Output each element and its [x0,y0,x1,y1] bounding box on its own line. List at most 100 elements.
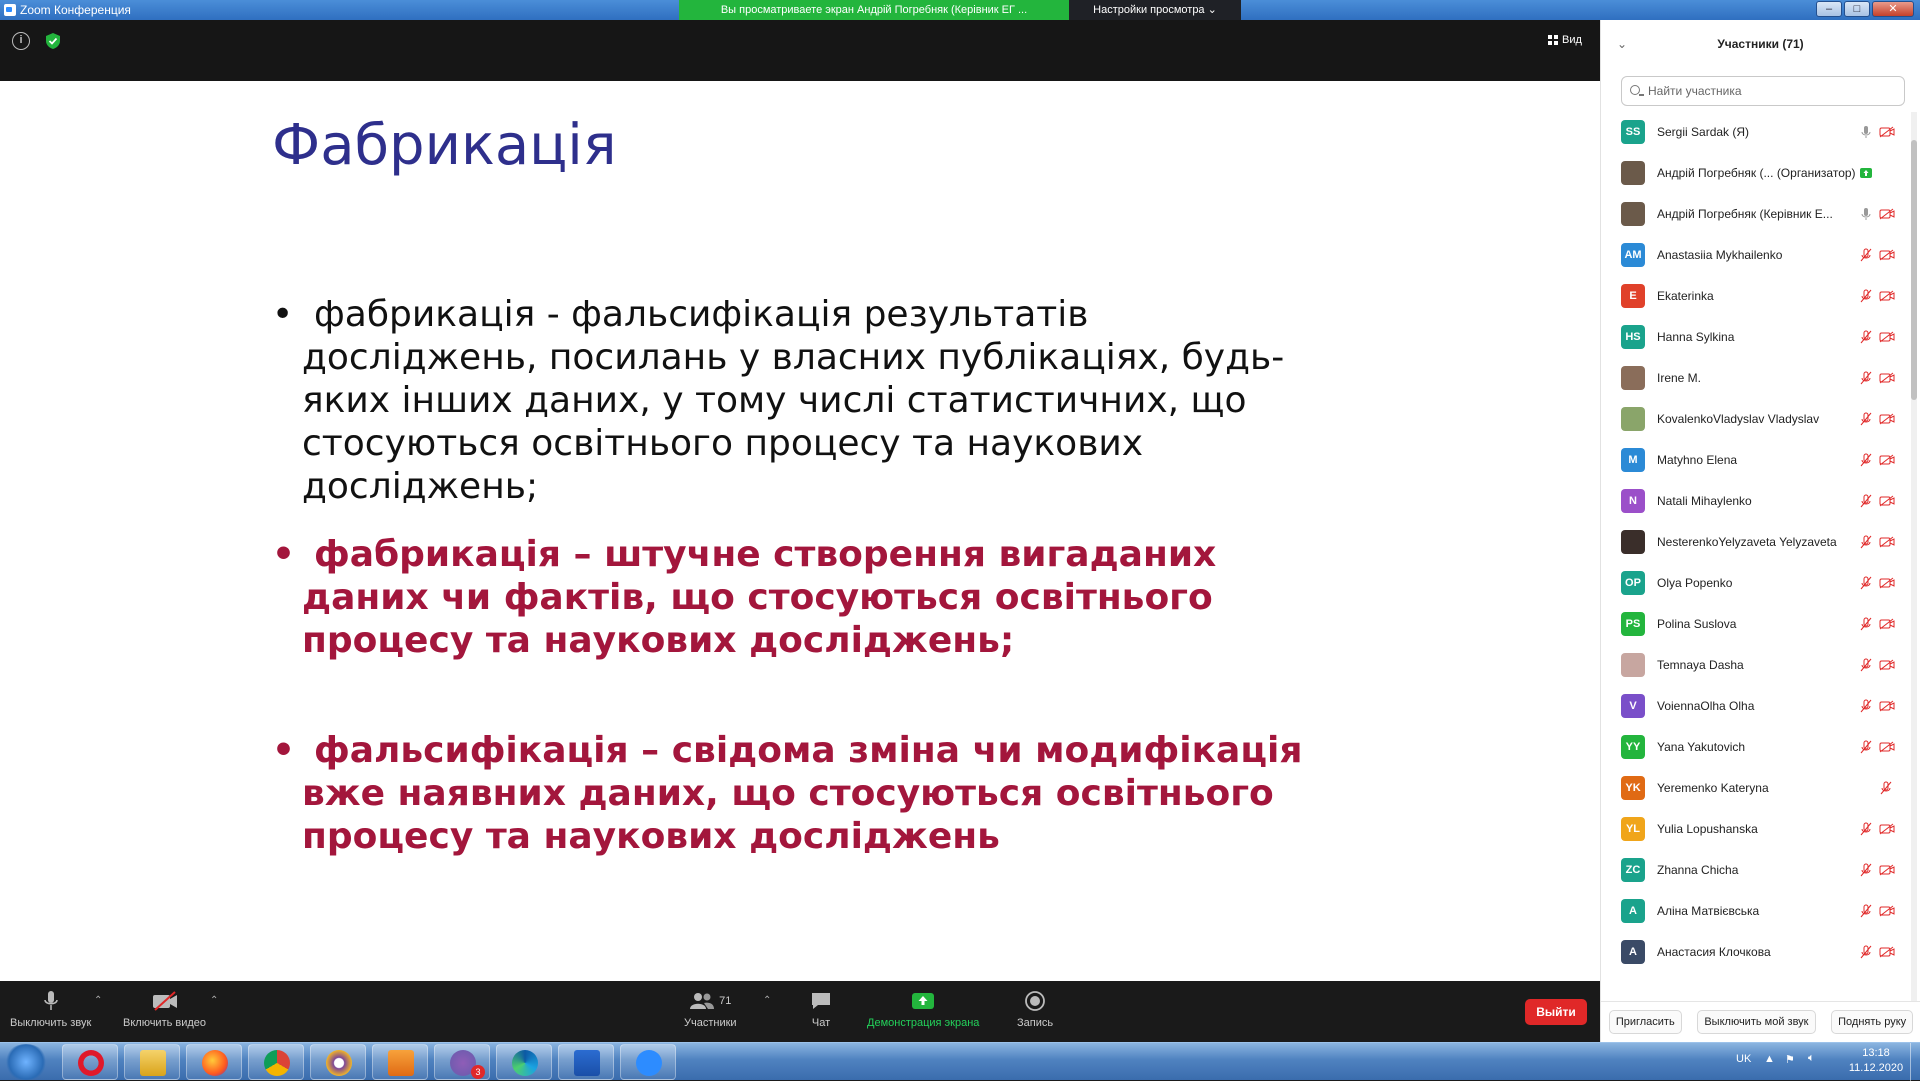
participant-row[interactable]: PS Polina Suslova [1601,604,1911,645]
microphone-muted-icon[interactable] [1859,330,1873,344]
participants-options-caret[interactable]: ⌃ [763,995,771,1006]
microphone-muted-icon[interactable] [1859,494,1873,508]
camera-off-icon[interactable] [1879,249,1895,261]
clock[interactable]: 13:18 11.12.2020 [1846,1046,1906,1076]
participant-row[interactable]: Temnaya Dasha [1601,645,1911,686]
camera-off-icon[interactable] [1879,659,1895,671]
start-button[interactable] [4,1044,48,1080]
taskbar-app-edge[interactable] [496,1044,552,1080]
camera-off-icon[interactable] [1879,946,1895,958]
microphone-muted-icon[interactable] [1859,617,1873,631]
participant-row[interactable]: N Natali Mihaylenko [1601,481,1911,522]
participant-row[interactable]: E Ekaterinka [1601,276,1911,317]
taskbar-app-firefox[interactable] [186,1044,242,1080]
mute-me-button[interactable]: Выключить мой звук [1697,1010,1816,1034]
microphone-muted-icon[interactable] [1859,248,1873,262]
microphone-muted-icon[interactable] [1859,576,1873,590]
participants-button[interactable]: 71 Участники [684,989,737,1029]
invite-button[interactable]: Пригласить [1608,1010,1682,1034]
participant-row[interactable]: SS Sergii Sardak (Я) [1601,112,1911,153]
camera-off-icon[interactable] [1879,577,1895,589]
view-button[interactable]: Вид [1548,34,1582,46]
raise-hand-button[interactable]: Поднять руку [1831,1010,1914,1034]
minimize-button[interactable]: – [1816,1,1842,17]
participant-row[interactable]: HS Hanna Sylkina [1601,317,1911,358]
microphone-muted-icon[interactable] [1859,535,1873,549]
maximize-button[interactable]: □ [1844,1,1870,17]
participant-scrollbar[interactable] [1911,140,1917,400]
microphone-muted-icon[interactable] [1879,781,1893,795]
audio-options-caret[interactable]: ⌃ [94,995,102,1006]
camera-off-icon[interactable] [1879,536,1895,548]
camera-off-icon[interactable] [1879,413,1895,425]
participant-row[interactable]: Irene M. [1601,358,1911,399]
camera-off-icon[interactable] [1879,700,1895,712]
microphone-muted-icon[interactable] [1859,412,1873,426]
close-window-button[interactable]: ✕ [1872,1,1914,17]
screen-share-icon[interactable] [1859,166,1873,180]
taskbar-app-media-player[interactable] [372,1044,428,1080]
shield-icon[interactable] [44,32,62,50]
taskbar-app-opera[interactable] [62,1044,118,1080]
camera-off-icon[interactable] [1879,454,1895,466]
video-options-caret[interactable]: ⌃ [210,995,218,1006]
participant-row[interactable]: OP Olya Popenko [1601,563,1911,604]
participant-row[interactable]: YK Yeremenko Kateryna [1601,768,1911,809]
taskbar-app-word[interactable] [558,1044,614,1080]
record-button[interactable]: Запись [1017,989,1053,1029]
participant-row[interactable]: V VoiennaOlha Olha [1601,686,1911,727]
participant-row[interactable]: Андрій Погребняк (... (Организатор) [1601,153,1911,194]
participant-row[interactable]: AM Anastasiia Mykhailenko [1601,235,1911,276]
participant-row[interactable]: M Matyhno Elena [1601,440,1911,481]
camera-off-icon[interactable] [1879,290,1895,302]
participant-row[interactable]: YY Yana Yakutovich [1601,727,1911,768]
camera-off-icon[interactable] [1879,823,1895,835]
camera-off-icon[interactable] [1879,905,1895,917]
start-video-button[interactable]: Включить видео [123,989,206,1029]
taskbar-app-explorer[interactable] [124,1044,180,1080]
chat-button[interactable]: Чат [810,989,832,1029]
taskbar-app-viber[interactable]: 3 [434,1044,490,1080]
microphone-muted-icon[interactable] [1859,822,1873,836]
microphone-icon[interactable] [1859,125,1873,139]
tray-arrow-icon[interactable]: ▲ [1764,1053,1775,1065]
microphone-muted-icon[interactable] [1859,371,1873,385]
camera-off-icon[interactable] [1879,741,1895,753]
microphone-muted-icon[interactable] [1859,863,1873,877]
show-desktop-button[interactable] [1910,1043,1920,1081]
participant-row[interactable]: YL Yulia Lopushanska [1601,809,1911,850]
camera-off-icon[interactable] [1879,372,1895,384]
share-screen-button[interactable]: Демонстрация экрана [867,989,979,1029]
participant-search-input[interactable]: Найти участника [1621,76,1905,106]
flag-icon[interactable]: ⚑ [1785,1053,1795,1066]
camera-off-icon[interactable] [1879,331,1895,343]
participant-row[interactable]: A Аліна Матвієвська [1601,891,1911,932]
microphone-icon[interactable] [1859,207,1873,221]
taskbar-app-zoom[interactable] [620,1044,676,1080]
participant-row[interactable]: KovalenkoVladyslav Vladyslav [1601,399,1911,440]
camera-off-icon[interactable] [1879,126,1895,138]
microphone-muted-icon[interactable] [1859,658,1873,672]
collapse-panel-icon[interactable]: ⌄ [1617,20,1627,68]
microphone-muted-icon[interactable] [1859,289,1873,303]
participant-row[interactable]: A Анастасия Клочкова [1601,932,1911,973]
language-indicator[interactable]: UK [1736,1053,1751,1065]
participant-row[interactable]: NesterenkoYelyzaveta Yelyzaveta [1601,522,1911,563]
taskbar-app-chrome[interactable] [248,1044,304,1080]
participant-row[interactable]: Андрій Погребняк (Керівник Е... [1601,194,1911,235]
info-icon[interactable]: i [12,32,30,50]
taskbar-app-tor[interactable] [310,1044,366,1080]
camera-off-icon[interactable] [1879,864,1895,876]
microphone-muted-icon[interactable] [1859,740,1873,754]
camera-off-icon[interactable] [1879,618,1895,630]
microphone-muted-icon[interactable] [1859,904,1873,918]
leave-meeting-button[interactable]: Выйти [1525,999,1587,1025]
camera-off-icon[interactable] [1879,495,1895,507]
microphone-muted-icon[interactable] [1859,699,1873,713]
mute-button[interactable]: Выключить звук [10,989,91,1029]
camera-off-icon[interactable] [1879,208,1895,220]
microphone-muted-icon[interactable] [1859,945,1873,959]
microphone-muted-icon[interactable] [1859,453,1873,467]
participant-row[interactable]: ZC Zhanna Chicha [1601,850,1911,891]
view-settings-button[interactable]: Настройки просмотра ⌄ [1069,0,1241,21]
